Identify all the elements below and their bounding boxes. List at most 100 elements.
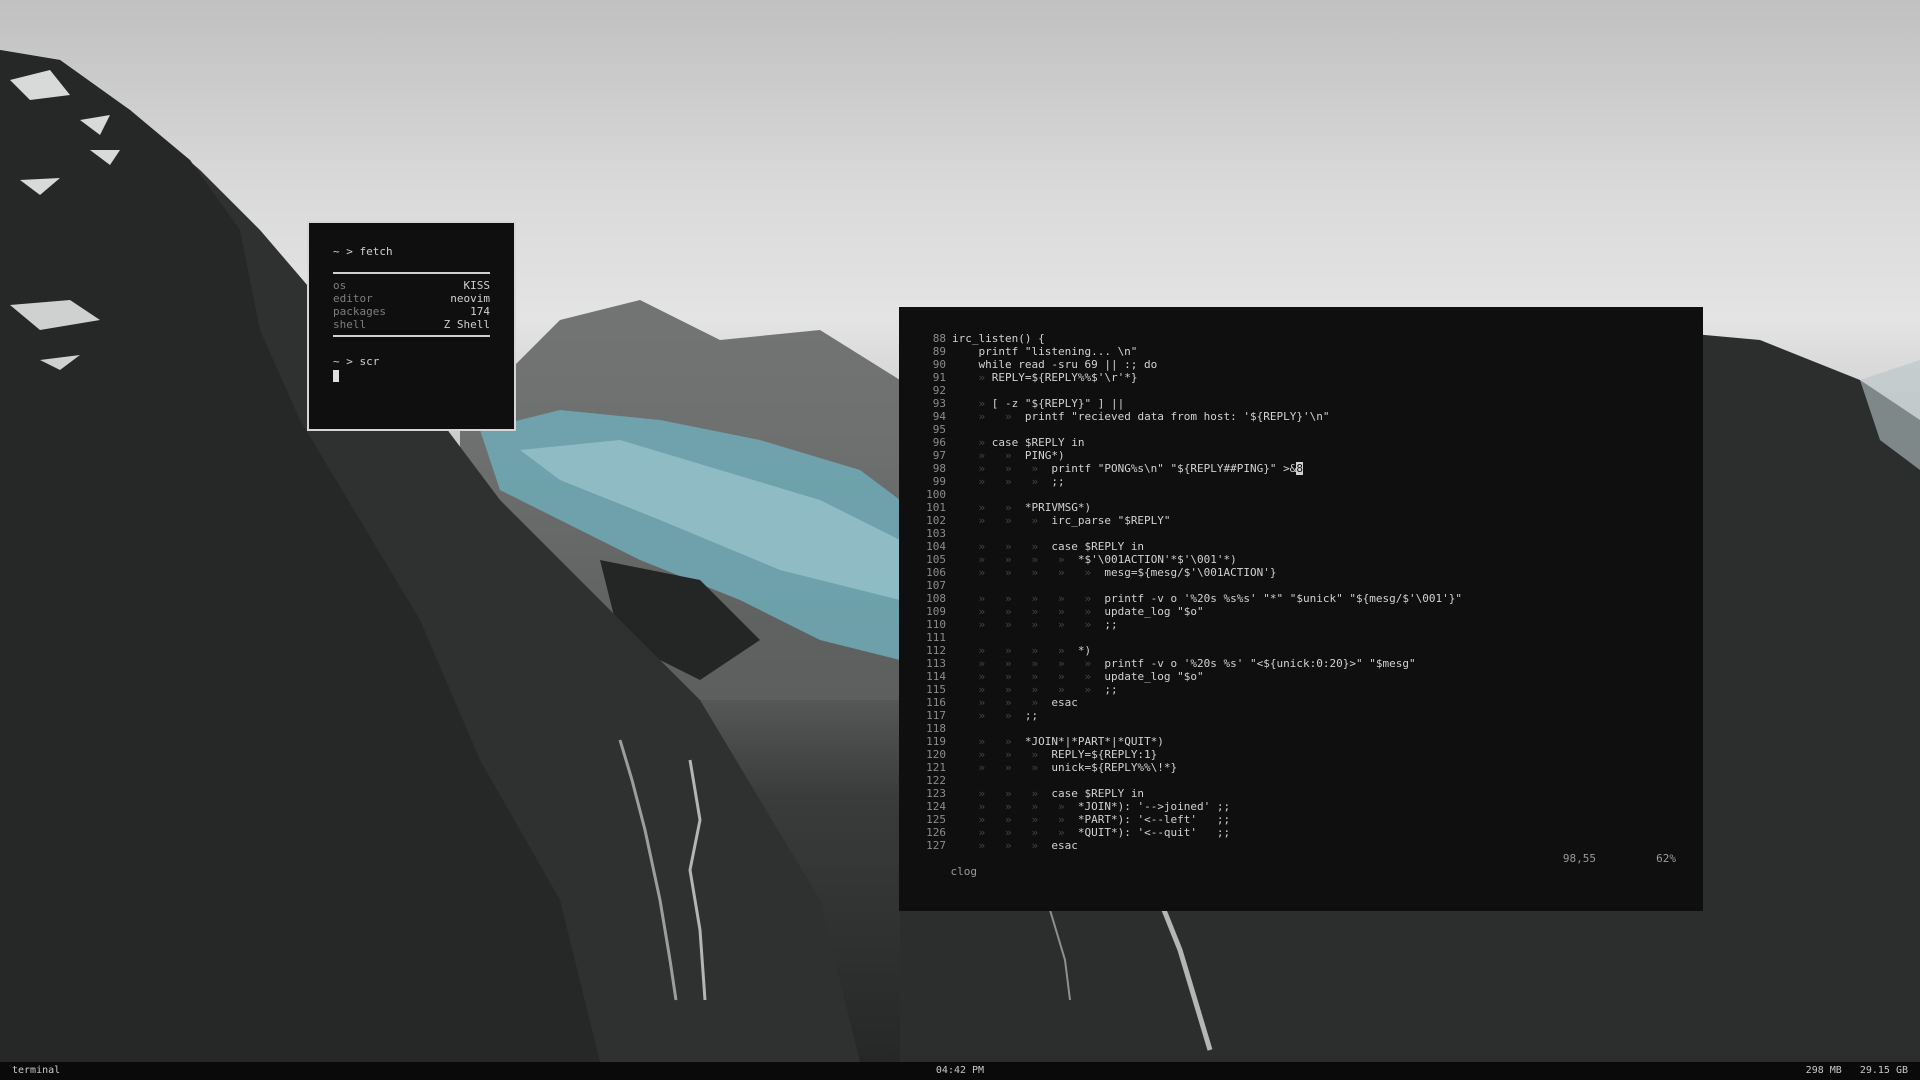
indent-marker: » » » — [952, 748, 1052, 761]
line-number: 95 — [932, 423, 946, 436]
code-line: 104 » » » case $REPLY in — [924, 540, 1703, 553]
indent-marker: » » — [952, 449, 1025, 462]
code-line: 97 » » PING*) — [924, 449, 1703, 462]
line-number: 99 — [932, 475, 946, 488]
line-number: 90 — [932, 358, 946, 371]
info-row: os KISS — [333, 279, 490, 292]
code-line: 122 — [924, 774, 1703, 787]
line-number: 92 — [932, 384, 946, 397]
memory-usage: 298 MB — [1805, 1065, 1842, 1076]
indent-marker: » » » — [952, 462, 1052, 475]
code-text: printf "recieved data from host: '${REPL… — [1024, 410, 1330, 423]
info-row: shell Z Shell — [333, 318, 490, 331]
indent-marker: » » — [952, 501, 1025, 514]
code-text: *PART*): '<--left' ;; — [1077, 813, 1231, 826]
code-text: esac — [1051, 696, 1078, 709]
code-text: REPLY=${REPLY%%$'\r'*} — [991, 371, 1138, 384]
code-text: [ -z "${REPLY}" ] || — [991, 397, 1125, 410]
code-text: *QUIT*): '<--quit' ;; — [1077, 826, 1231, 839]
code-text: *) — [1077, 644, 1092, 657]
line-number: 115 — [926, 683, 946, 696]
indent-marker: » » » » » — [952, 657, 1105, 670]
indent-marker: » » » » » — [952, 592, 1105, 605]
code-text: irc_listen() { — [952, 332, 1045, 345]
info-value: 174 — [470, 305, 490, 318]
indent-marker: » — [952, 371, 992, 384]
line-number: 121 — [926, 761, 946, 774]
code-text: printf "PONG%s\n" "${REPLY##PING}" >&8 — [1051, 462, 1304, 475]
code-line: 93 » [ -z "${REPLY}" ] || — [924, 397, 1703, 410]
code-text: *PRIVMSG*) — [1024, 501, 1092, 514]
indent-marker: » » » » — [952, 553, 1078, 566]
line-number: 124 — [926, 800, 946, 813]
code-text: *JOIN*|*PART*|*QUIT*) — [1024, 735, 1164, 748]
line-number: 97 — [932, 449, 946, 462]
line-number: 119 — [926, 735, 946, 748]
code-text: *$'\001ACTION'*$'\001'*) — [1077, 553, 1237, 566]
code-text: update_log "$o" — [1104, 670, 1204, 683]
code-line: 115 » » » » » ;; — [924, 683, 1703, 696]
line-number: 101 — [926, 501, 946, 514]
code-text: unick=${REPLY%%\!*} — [1051, 761, 1178, 774]
code-text: PING*) — [1024, 449, 1065, 462]
code-text: *JOIN*): '-->joined' ;; — [1077, 800, 1231, 813]
code-text: ;; — [1024, 709, 1039, 722]
indent-marker: » — [952, 397, 992, 410]
line-number: 113 — [926, 657, 946, 670]
code-line: 94 » » printf "recieved data from host: … — [924, 410, 1703, 423]
line-number: 94 — [932, 410, 946, 423]
info-key: os — [333, 279, 347, 292]
status-scroll-percent: 62% — [1656, 852, 1676, 865]
code-text: printf "listening... \n" — [952, 345, 1138, 358]
indent-marker: » » » » — [952, 800, 1078, 813]
clock: 04:42 PM — [935, 1065, 985, 1076]
line-number: 118 — [926, 722, 946, 735]
code-line: 114 » » » » » update_log "$o" — [924, 670, 1703, 683]
code-line: 113 » » » » » printf -v o '%20s %s' "<${… — [924, 657, 1703, 670]
info-row: packages 174 — [333, 305, 490, 318]
code-line: 123 » » » case $REPLY in — [924, 787, 1703, 800]
code-line: 90 while read -sru 69 || :; do — [924, 358, 1703, 371]
editor-terminal-window[interactable]: 88 irc_listen() {89 printf "listening... … — [899, 307, 1703, 911]
line-number: 91 — [932, 371, 946, 384]
line-number: 111 — [926, 631, 946, 644]
code-line: 120 » » » REPLY=${REPLY:1} — [924, 748, 1703, 761]
code-line: 105 » » » » *$'\001ACTION'*$'\001'*) — [924, 553, 1703, 566]
code-text: update_log "$o" — [1104, 605, 1204, 618]
code-text: esac — [1051, 839, 1078, 852]
indent-marker: » » » — [952, 540, 1052, 553]
code-line: 112 » » » » *) — [924, 644, 1703, 657]
indent-marker: » » » » » — [952, 618, 1105, 631]
code-line: 106 » » » » » mesg=${mesg/$'\001ACTION'} — [924, 566, 1703, 579]
code-buffer[interactable]: 88 irc_listen() {89 printf "listening... … — [924, 332, 1703, 852]
info-key: editor — [333, 292, 373, 305]
line-number: 105 — [926, 553, 946, 566]
code-line: 109 » » » » » update_log "$o" — [924, 605, 1703, 618]
code-line: 117 » » ;; — [924, 709, 1703, 722]
indent-marker: » » » » » — [952, 683, 1105, 696]
info-key: shell — [333, 318, 367, 331]
code-line: 89 printf "listening... \n" — [924, 345, 1703, 358]
code-text: ;; — [1104, 618, 1118, 631]
line-number: 93 — [932, 397, 946, 410]
line-number: 127 — [926, 839, 946, 852]
code-line: 95 — [924, 423, 1703, 436]
code-line: 102 » » » irc_parse "$REPLY" — [924, 514, 1703, 527]
indent-marker: » » » » — [952, 826, 1078, 839]
code-line: 111 — [924, 631, 1703, 644]
line-number: 108 — [926, 592, 946, 605]
line-number: 126 — [926, 826, 946, 839]
divider — [333, 335, 490, 337]
line-number: 125 — [926, 813, 946, 826]
indent-marker: » » » — [952, 696, 1052, 709]
indent-marker: » — [952, 436, 992, 449]
fetch-terminal-window[interactable]: ~ > fetch os KISS editor neovim packages 174 s… — [307, 221, 516, 431]
line-number: 100 — [926, 488, 946, 501]
code-line: 91 » REPLY=${REPLY%%$'\r'*} — [924, 371, 1703, 384]
line-number: 88 — [932, 332, 946, 345]
code-text: while read -sru 69 || :; do — [952, 358, 1158, 371]
line-number: 110 — [926, 618, 946, 631]
code-line: 103 — [924, 527, 1703, 540]
line-number: 116 — [926, 696, 946, 709]
code-line: 125 » » » » *PART*): '<--left' ;; — [924, 813, 1703, 826]
